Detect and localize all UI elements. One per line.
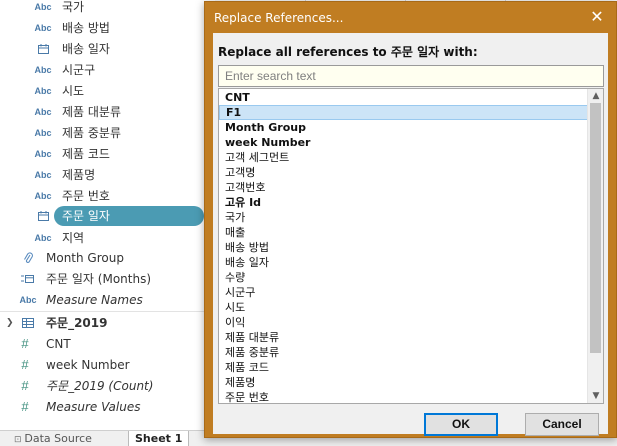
replace-references-dialog: Replace References... ✕ Replace all refe… — [204, 1, 617, 438]
field-label: 주문 번호 — [62, 189, 110, 203]
list-item[interactable]: 고객명 — [219, 165, 588, 180]
dialog-prompt: Replace all references to 주문 일자 with: — [218, 45, 478, 59]
data-pane: Abc 국가 Abc 배송 방법 배송 일자 Abc 시군구 Abc 시도 Ab… — [0, 0, 215, 446]
field-category[interactable]: Abc 제품 대분류 — [0, 101, 215, 122]
date-type-icon — [32, 43, 54, 54]
measure-count[interactable]: # 주문_2019 (Count) — [0, 375, 215, 396]
string-type-icon: Abc — [34, 106, 52, 117]
field-label: 제품 중분류 — [62, 126, 122, 140]
scrollbar-thumb[interactable] — [590, 103, 601, 353]
list-item[interactable]: 시군구 — [219, 285, 588, 300]
close-icon[interactable]: ✕ — [586, 6, 608, 28]
database-icon: ⊡ — [14, 435, 25, 445]
string-type-icon: Abc — [34, 22, 52, 33]
list-item[interactable]: 이익 — [219, 315, 588, 330]
field-label: 시도 — [62, 84, 85, 98]
field-country[interactable]: Abc 국가 — [0, 0, 215, 17]
chevron-right-icon[interactable]: ❯ — [6, 318, 14, 328]
field-label: 주문 일자 — [62, 209, 110, 223]
field-label: 제품 대분류 — [62, 105, 122, 119]
field-label: 제품 코드 — [62, 147, 110, 161]
list-item[interactable]: week Number — [219, 135, 588, 150]
string-type-icon: Abc — [34, 85, 52, 96]
field-province[interactable]: Abc 시도 — [0, 80, 215, 101]
measure-week-number[interactable]: # week Number — [0, 354, 215, 375]
number-calc-icon: # — [21, 336, 29, 351]
field-label: 국가 — [62, 0, 85, 14]
string-type-icon: Abc — [34, 64, 52, 75]
list-item[interactable]: 제품 대분류 — [219, 330, 588, 345]
string-type-icon: Abc — [34, 127, 52, 138]
field-label: Measure Values — [46, 399, 141, 414]
date-type-icon — [32, 210, 54, 221]
field-ship-date[interactable]: 배송 일자 — [0, 38, 215, 59]
field-label: 주문 일자 (Months) — [46, 272, 152, 286]
list-item[interactable]: 고유 Id — [219, 195, 588, 210]
list-item[interactable]: Month Group — [219, 120, 588, 135]
list-item[interactable]: 고객번호 — [219, 180, 588, 195]
scroll-down-icon[interactable]: ▼ — [588, 389, 603, 403]
list-item[interactable]: 시도 — [219, 300, 588, 315]
number-type-icon: # — [21, 399, 29, 414]
tab-sheet1[interactable]: Sheet 1 — [128, 431, 190, 446]
field-label: 배송 방법 — [62, 21, 110, 35]
field-label: Month Group — [46, 250, 124, 265]
list-item[interactable]: 배송 방법 — [219, 240, 588, 255]
measure-values[interactable]: # Measure Values — [0, 396, 215, 417]
search-input[interactable] — [218, 65, 604, 87]
table-label: 주문_2019 — [46, 316, 108, 330]
field-measure-names[interactable]: Abc Measure Names — [0, 289, 215, 310]
list-item-selected[interactable]: F1 — [219, 105, 588, 120]
list-item[interactable]: 국가 — [219, 210, 588, 225]
list-scrollbar[interactable]: ▲ ▼ — [587, 89, 603, 403]
field-region[interactable]: Abc 지역 — [0, 227, 215, 248]
field-label: 주문_2019 (Count) — [46, 379, 154, 393]
field-product-code[interactable]: Abc 제품 코드 — [0, 143, 215, 164]
field-product-name[interactable]: Abc 제품명 — [0, 164, 215, 185]
field-ship-mode[interactable]: Abc 배송 방법 — [0, 17, 215, 38]
paperclip-icon — [17, 251, 39, 264]
measure-cnt[interactable]: # CNT — [0, 333, 215, 354]
scroll-up-icon[interactable]: ▲ — [588, 89, 603, 103]
field-label: Measure Names — [46, 292, 143, 307]
list-item[interactable]: CNT — [219, 90, 588, 105]
field-order-date-months[interactable]: 주문 일자 (Months) — [0, 268, 215, 289]
string-type-icon: Abc — [34, 190, 52, 201]
ok-button[interactable]: OK — [424, 413, 498, 436]
list-item[interactable]: 제품명 — [219, 375, 588, 390]
dialog-body: Replace all references to 주문 일자 with: CN… — [213, 33, 608, 436]
string-type-icon: Abc — [34, 232, 52, 243]
date-group-icon — [17, 274, 39, 284]
field-label: 제품명 — [62, 168, 96, 182]
list-item[interactable]: 배송 일자 — [219, 255, 588, 270]
field-label: 지역 — [62, 231, 85, 245]
tab-data-source[interactable]: ⊡ Data Source — [8, 431, 98, 446]
field-label: 시군구 — [62, 63, 96, 77]
string-type-icon: Abc — [34, 169, 52, 180]
field-label: week Number — [46, 357, 130, 372]
list-item[interactable]: 수량 — [219, 270, 588, 285]
string-type-icon: Abc — [19, 294, 37, 305]
field-list[interactable]: CNT F1 Month Group week Number 고객 세그먼트 고… — [218, 88, 604, 404]
field-order-date[interactable]: 주문 일자 — [0, 205, 215, 226]
list-item[interactable]: 고객 세그먼트 — [219, 150, 588, 165]
dialog-title: Replace References... — [214, 11, 344, 25]
field-month-group[interactable]: Month Group — [0, 247, 215, 268]
field-subcategory[interactable]: Abc 제품 중분류 — [0, 122, 215, 143]
field-city[interactable]: Abc 시군구 — [0, 59, 215, 80]
field-label: CNT — [46, 336, 71, 351]
string-type-icon: Abc — [34, 1, 52, 12]
table-orders-2019[interactable]: ❯ 주문_2019 — [0, 312, 215, 333]
list-item[interactable]: 주문 번호 — [219, 390, 588, 403]
field-order-id[interactable]: Abc 주문 번호 — [0, 185, 215, 206]
number-type-icon: # — [21, 378, 29, 393]
list-item[interactable]: 매출 — [219, 225, 588, 240]
field-label: 배송 일자 — [62, 42, 110, 56]
list-item[interactable]: 제품 코드 — [219, 360, 588, 375]
number-calc-icon: # — [21, 357, 29, 372]
list-item[interactable]: 제품 중분류 — [219, 345, 588, 360]
string-type-icon: Abc — [34, 148, 52, 159]
table-icon — [17, 317, 39, 328]
cancel-button[interactable]: Cancel — [525, 413, 599, 436]
